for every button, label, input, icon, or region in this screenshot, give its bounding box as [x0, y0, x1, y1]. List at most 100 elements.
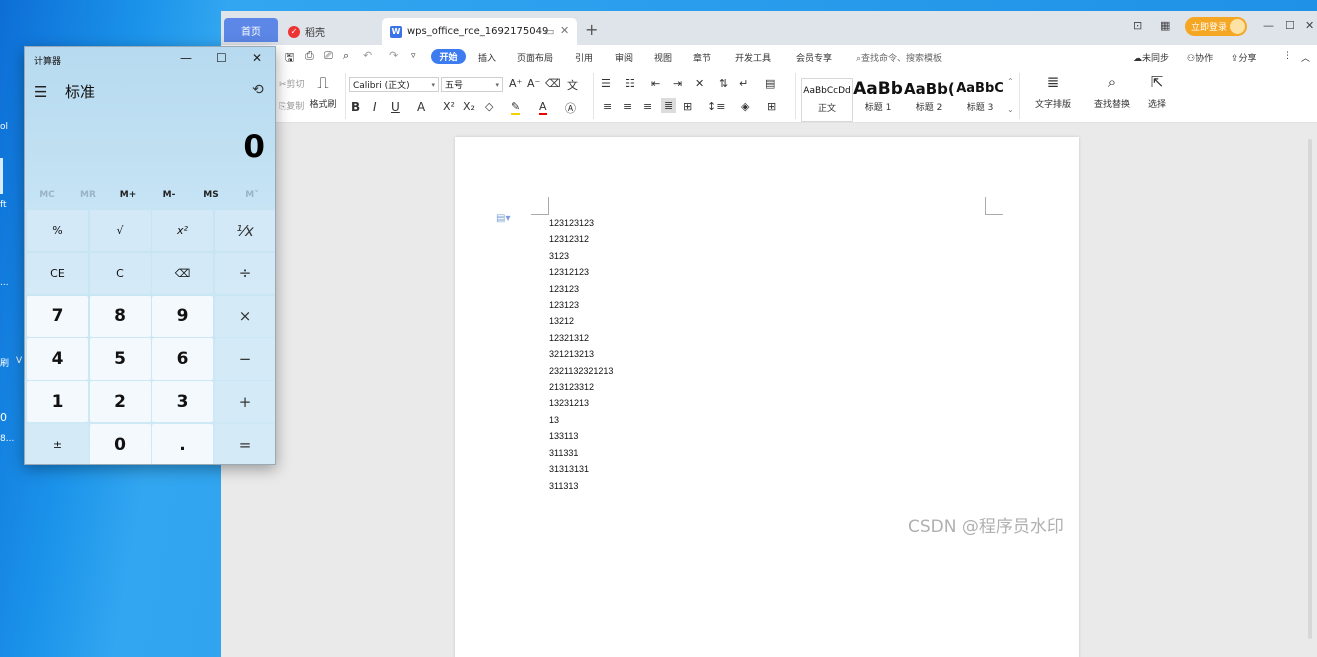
divide-button[interactable]: ÷ — [214, 252, 275, 295]
menu-developer[interactable]: 开发工具 — [735, 51, 771, 64]
memory-button-m[interactable]: M+ — [108, 190, 148, 200]
print-icon[interactable]: ⎚ — [324, 49, 333, 63]
style-heading-2[interactable]: AaBb( 标题 2 — [904, 78, 954, 118]
font-color-icon[interactable]: A — [539, 100, 547, 115]
text-line[interactable]: 213123312 — [549, 379, 613, 395]
eraser-icon[interactable]: ◇ — [485, 100, 493, 113]
desktop-icon-label[interactable]: ft — [0, 200, 7, 210]
document-page[interactable]: ▤▾ 123123123 12312312 3123 12312123 123123 12… — [455, 137, 1079, 657]
hamburger-menu-icon[interactable]: ☰ — [34, 83, 47, 101]
desktop-icon-label[interactable]: 刷 — [0, 356, 9, 369]
superscript-icon[interactable]: X² — [443, 100, 455, 113]
menu-member[interactable]: 会员专享 — [796, 51, 832, 64]
copy-button[interactable]: ⎘复制 — [279, 99, 304, 112]
text-line[interactable]: 12312312 — [549, 231, 613, 247]
save-icon[interactable]: 🖫 — [285, 49, 294, 68]
text-layout-button[interactable]: ≣ 文字排版 — [1027, 73, 1079, 110]
italic-icon[interactable]: I — [373, 100, 377, 114]
text-line[interactable]: 13231213 — [549, 395, 613, 411]
distributed-icon[interactable]: ⊞ — [683, 100, 692, 113]
memory-button-mc[interactable]: MC — [27, 190, 67, 200]
desktop-icon-label[interactable]: 8... — [0, 434, 14, 444]
calc-minimize-icon[interactable]: — — [180, 51, 192, 65]
style-heading-3[interactable]: AaBbC 标题 3 — [955, 78, 1005, 118]
clear-format-icon[interactable]: ⌫ — [545, 77, 561, 90]
bold-icon[interactable]: B — [351, 100, 360, 114]
maximize-icon[interactable]: ☐ — [1285, 19, 1295, 32]
text-effect-icon[interactable]: A — [417, 100, 425, 114]
preview-icon[interactable]: ⌕ — [343, 49, 349, 63]
sqrt-button[interactable]: √ — [89, 210, 151, 252]
underline-icon[interactable]: U — [391, 100, 400, 114]
justify-icon[interactable]: ≣ — [661, 98, 677, 113]
layout-icon[interactable]: ⊡ — [1133, 19, 1142, 32]
menu-references[interactable]: 引用 — [575, 51, 593, 64]
equals-button[interactable]: = — [214, 423, 275, 464]
tab-daoke[interactable]: ✓ 稻壳 — [280, 18, 380, 45]
digit-3-button[interactable]: 3 — [152, 381, 213, 423]
sync-status[interactable]: ☁未同步 — [1133, 51, 1169, 64]
styles-more-icon[interactable]: ⌄ — [1007, 105, 1014, 114]
text-line[interactable]: 3123 — [549, 248, 613, 264]
desktop-icon-label[interactable]: ... — [0, 278, 9, 288]
style-heading-1[interactable]: AaBb 标题 1 — [853, 78, 903, 118]
clear-entry-button[interactable]: CE — [27, 252, 88, 295]
tab-home[interactable]: 首页 — [224, 18, 278, 42]
font-name-select[interactable]: Calibri (正文) — [349, 77, 439, 92]
subtract-button[interactable]: − — [214, 338, 275, 380]
tab-close-icon[interactable]: ✕ — [560, 24, 569, 37]
line-spacing-icon[interactable]: ↕≡ — [707, 100, 725, 113]
desktop-icon-label[interactable]: ol — [0, 122, 8, 132]
styles-scroll-up-icon[interactable]: ⌃ — [1007, 77, 1014, 86]
memory-button-ms[interactable]: MS — [191, 190, 231, 200]
digit-2-button[interactable]: 2 — [89, 381, 151, 423]
multiply-button[interactable]: × — [214, 295, 275, 337]
memory-button-m[interactable]: M- — [149, 190, 189, 200]
redo-icon[interactable]: ↷ — [389, 49, 398, 62]
percent-button[interactable]: % — [27, 210, 88, 252]
desktop-icon-label[interactable]: 0 — [0, 411, 7, 424]
menu-view[interactable]: 视图 — [654, 51, 672, 64]
digit-0-button[interactable]: 0 — [89, 423, 151, 464]
text-line[interactable]: 13 — [549, 412, 613, 428]
numbered-list-icon[interactable]: ☷ — [625, 77, 635, 90]
quick-access-dropdown-icon[interactable]: ▿ — [411, 51, 416, 61]
digit-5-button[interactable]: 5 — [89, 338, 151, 380]
chinese-layout-icon[interactable]: ✕ — [695, 77, 704, 90]
align-left-icon[interactable]: ≡ — [603, 100, 612, 113]
digit-9-button[interactable]: 9 — [152, 295, 213, 337]
digit-8-button[interactable]: 8 — [89, 295, 151, 337]
desktop-icon-label[interactable]: V — [16, 356, 22, 366]
text-line[interactable]: 321213213 — [549, 346, 613, 362]
reciprocal-button[interactable]: ⅟x — [214, 210, 275, 252]
square-button[interactable]: x² — [152, 210, 213, 252]
phonetic-icon[interactable]: 文 — [567, 77, 578, 93]
line-break-icon[interactable]: ↵ — [739, 77, 748, 90]
decrease-indent-icon[interactable]: ⇤ — [651, 77, 660, 90]
text-line[interactable]: 133113 — [549, 428, 613, 444]
char-border-icon[interactable]: Ⓐ — [565, 100, 576, 116]
add-button[interactable]: + — [214, 381, 275, 423]
style-normal[interactable]: AaBbCcDd 正文 — [801, 78, 853, 122]
text-line[interactable]: 123123 — [549, 297, 613, 313]
digit-1-button[interactable]: 1 — [27, 381, 88, 423]
shading-icon[interactable]: ◈ — [741, 100, 749, 113]
digit-6-button[interactable]: 6 — [152, 338, 213, 380]
calc-close-icon[interactable]: ✕ — [252, 51, 262, 65]
command-search[interactable]: ⌕查找命令、搜索模板 — [856, 51, 942, 64]
font-size-select[interactable]: 五号 — [441, 77, 503, 92]
increase-indent-icon[interactable]: ⇥ — [673, 77, 682, 90]
format-painter-button[interactable]: ⎍ 格式刷 — [307, 73, 339, 110]
close-icon[interactable]: ✕ — [1305, 19, 1314, 32]
collapse-ribbon-icon[interactable]: ︿ — [1301, 51, 1310, 64]
menu-insert[interactable]: 插入 — [478, 51, 496, 64]
collaborate-button[interactable]: ⚇协作 — [1187, 51, 1213, 64]
text-line[interactable]: 31313131 — [549, 461, 613, 477]
grow-font-icon[interactable]: A⁺ — [509, 77, 522, 90]
text-line[interactable]: 311313 — [549, 478, 613, 494]
new-tab-icon[interactable]: + — [585, 20, 598, 39]
bullet-list-icon[interactable]: ☰ — [601, 77, 611, 90]
sort-icon[interactable]: ⇅ — [719, 77, 728, 90]
memory-button-mr[interactable]: MR — [68, 190, 108, 200]
menu-start[interactable]: 开始 — [431, 49, 466, 64]
